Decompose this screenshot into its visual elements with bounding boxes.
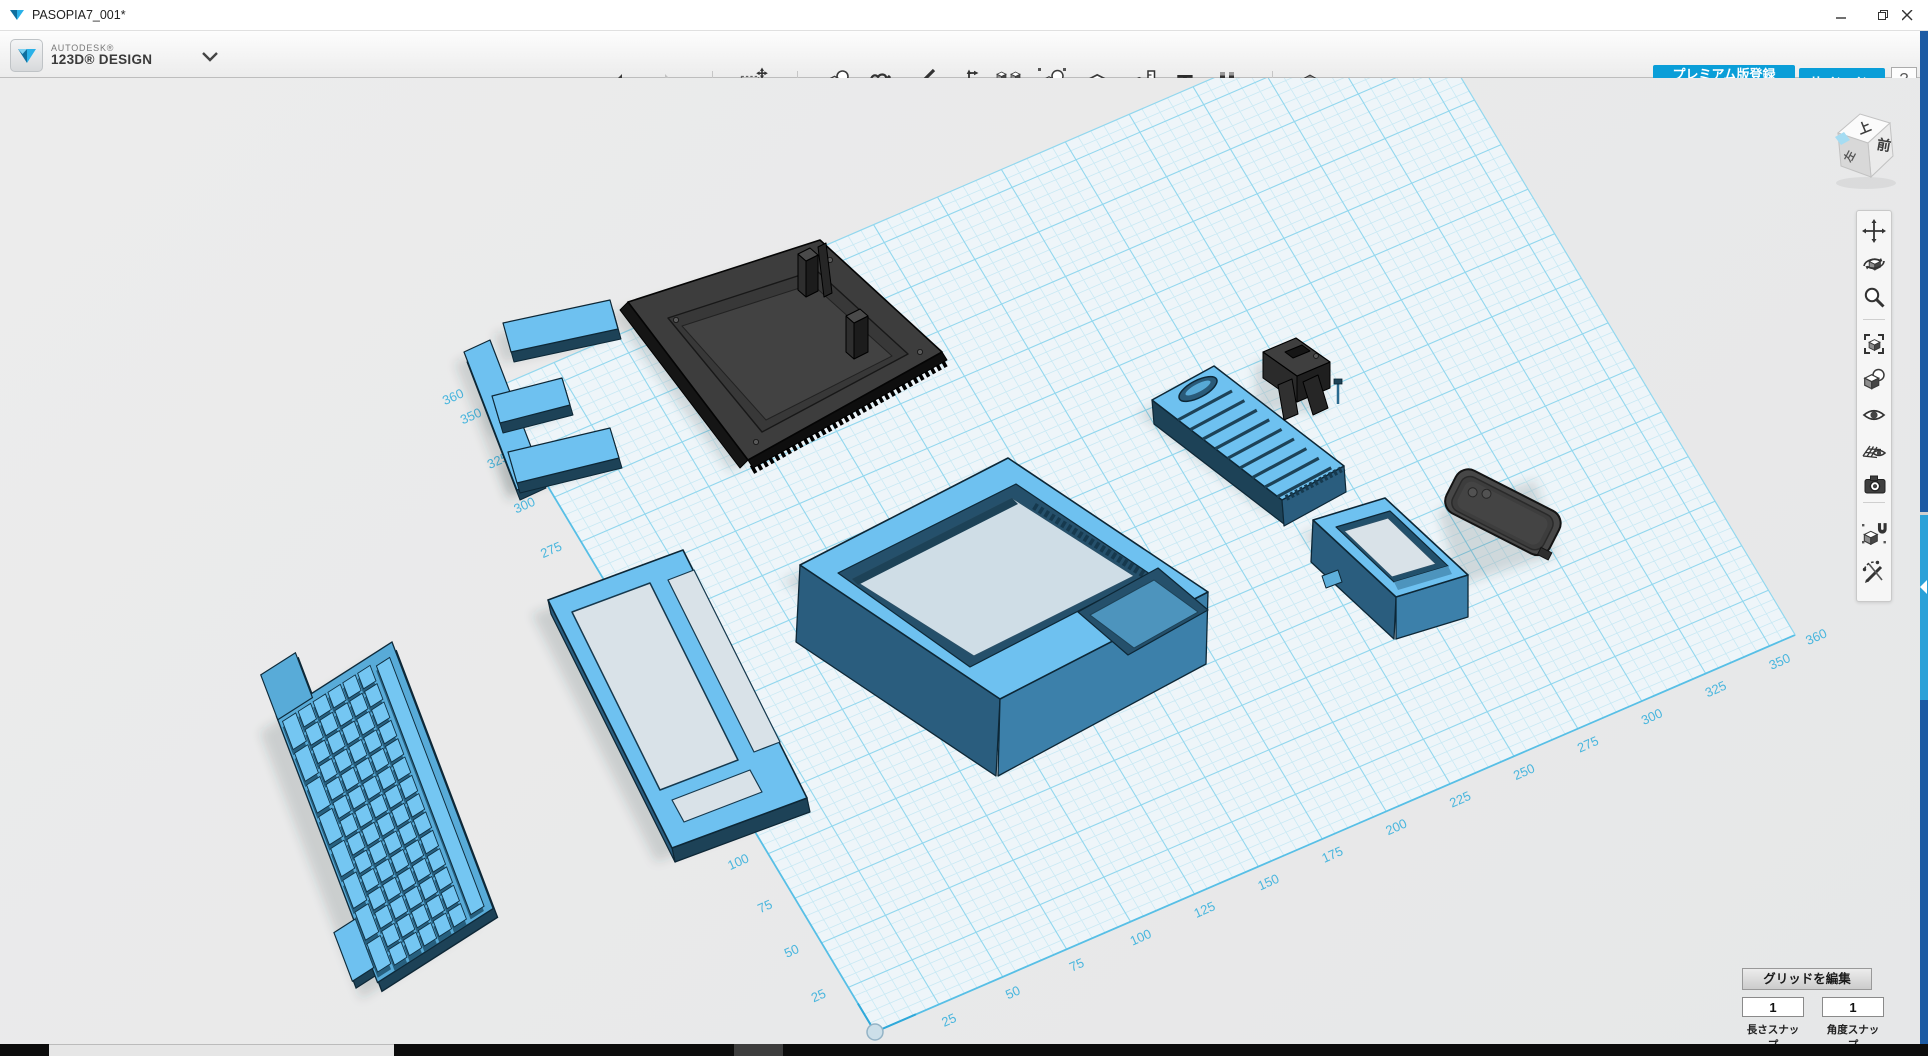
sketch-visibility-icon: [1861, 558, 1887, 584]
axis-tick-label: 325: [1703, 678, 1729, 701]
window-close-button[interactable]: [1886, 0, 1928, 30]
axis-tick-label: 250: [1511, 761, 1537, 784]
view-screenshot-button[interactable]: [1860, 470, 1888, 498]
axis-tick-label: 125: [1192, 898, 1218, 921]
snap-toggle-icon: [1861, 519, 1887, 545]
fit-icon: [1861, 331, 1887, 357]
view-grid-visibility-button[interactable]: [1860, 436, 1888, 464]
axis-tick-label: 25: [939, 1010, 958, 1030]
axis-tick-label: 300: [1639, 705, 1665, 728]
toolbar-separator: [1863, 319, 1885, 320]
view-snap-toggle-button[interactable]: [1860, 518, 1888, 546]
brand-line2: 123D® DESIGN: [51, 53, 152, 67]
viewcube-shadow: [1836, 177, 1896, 189]
app-menu-chevron-icon[interactable]: [198, 45, 222, 71]
axis-tick-label: 150: [1255, 871, 1281, 894]
visibility-icon: [1861, 402, 1887, 428]
axis-tick-label: 75: [755, 896, 774, 916]
view-cube[interactable]: 上 前 左: [1820, 90, 1920, 195]
axis-tick-label: 50: [1003, 983, 1022, 1003]
taskbar-active-app[interactable]: [49, 1044, 394, 1056]
shade-icon: [1861, 366, 1887, 392]
axis-tick-label: 75: [1067, 955, 1086, 975]
screenshot-icon: [1861, 471, 1887, 497]
axis-tick-label: 360: [1803, 625, 1829, 648]
viewcube-front-label: 前: [1876, 136, 1893, 154]
axis-tick-label: 275: [1575, 733, 1601, 756]
length-snap-input[interactable]: [1742, 997, 1804, 1017]
taskbar: [0, 1044, 1928, 1056]
scene-3d-view[interactable]: 2525505075751001001251251501501751752002…: [0, 78, 1928, 1056]
view-fit-button[interactable]: [1860, 330, 1888, 358]
axis-tick-label: 100: [1128, 926, 1154, 949]
axis-tick-label: 225: [1447, 788, 1473, 811]
pan-icon: [1861, 218, 1887, 244]
main-toolbar: AUTODESK® 123D® DESIGN •••••••••••••••••…: [0, 31, 1928, 78]
axis-tick-label: 25: [809, 986, 828, 1006]
modeling-canvas[interactable]: 2525505075751001001251251501501751752002…: [0, 78, 1928, 1056]
axis-tick-label: 50: [782, 941, 801, 961]
strip-cyan-segment[interactable]: [1920, 515, 1928, 700]
axis-tick-label: 175: [1319, 843, 1345, 866]
view-zoom-button[interactable]: [1860, 283, 1888, 311]
brand: AUTODESK® 123D® DESIGN: [10, 39, 152, 72]
app-logo-icon: [9, 7, 25, 28]
panel-expand-arrow-icon[interactable]: [1920, 580, 1927, 594]
keyboard-model[interactable]: [241, 600, 498, 1004]
window-minimize-button[interactable]: [1820, 0, 1862, 30]
view-orbit-button[interactable]: [1860, 249, 1888, 277]
view-shade-button[interactable]: [1860, 365, 1888, 393]
axis-tick-label: 360: [440, 386, 466, 409]
titlebar: PASOPIA7_001*: [0, 0, 1928, 31]
grid-edit-button[interactable]: グリッドを編集: [1742, 968, 1872, 990]
view-sketch-visibility-button[interactable]: [1860, 557, 1888, 585]
axis-tick-label: 200: [1383, 816, 1409, 839]
toolbar-separator: [1863, 502, 1885, 503]
view-pan-button[interactable]: [1860, 217, 1888, 245]
view-visibility-button[interactable]: [1860, 401, 1888, 429]
axis-tick-label: 350: [1767, 650, 1793, 673]
document-title: PASOPIA7_001*: [32, 8, 126, 22]
view-toolbar: [1856, 210, 1892, 602]
axis-tick-label: 100: [725, 850, 751, 873]
angle-snap-input[interactable]: [1822, 997, 1884, 1017]
app-logo-icon: [10, 39, 43, 72]
orbit-icon: [1861, 250, 1887, 276]
taskbar-app[interactable]: [734, 1044, 783, 1056]
grid-visibility-icon: [1861, 437, 1887, 463]
side-panel-strip: [1920, 31, 1928, 1044]
zoom-icon: [1861, 284, 1887, 310]
axis-tick-label: 275: [538, 538, 564, 561]
